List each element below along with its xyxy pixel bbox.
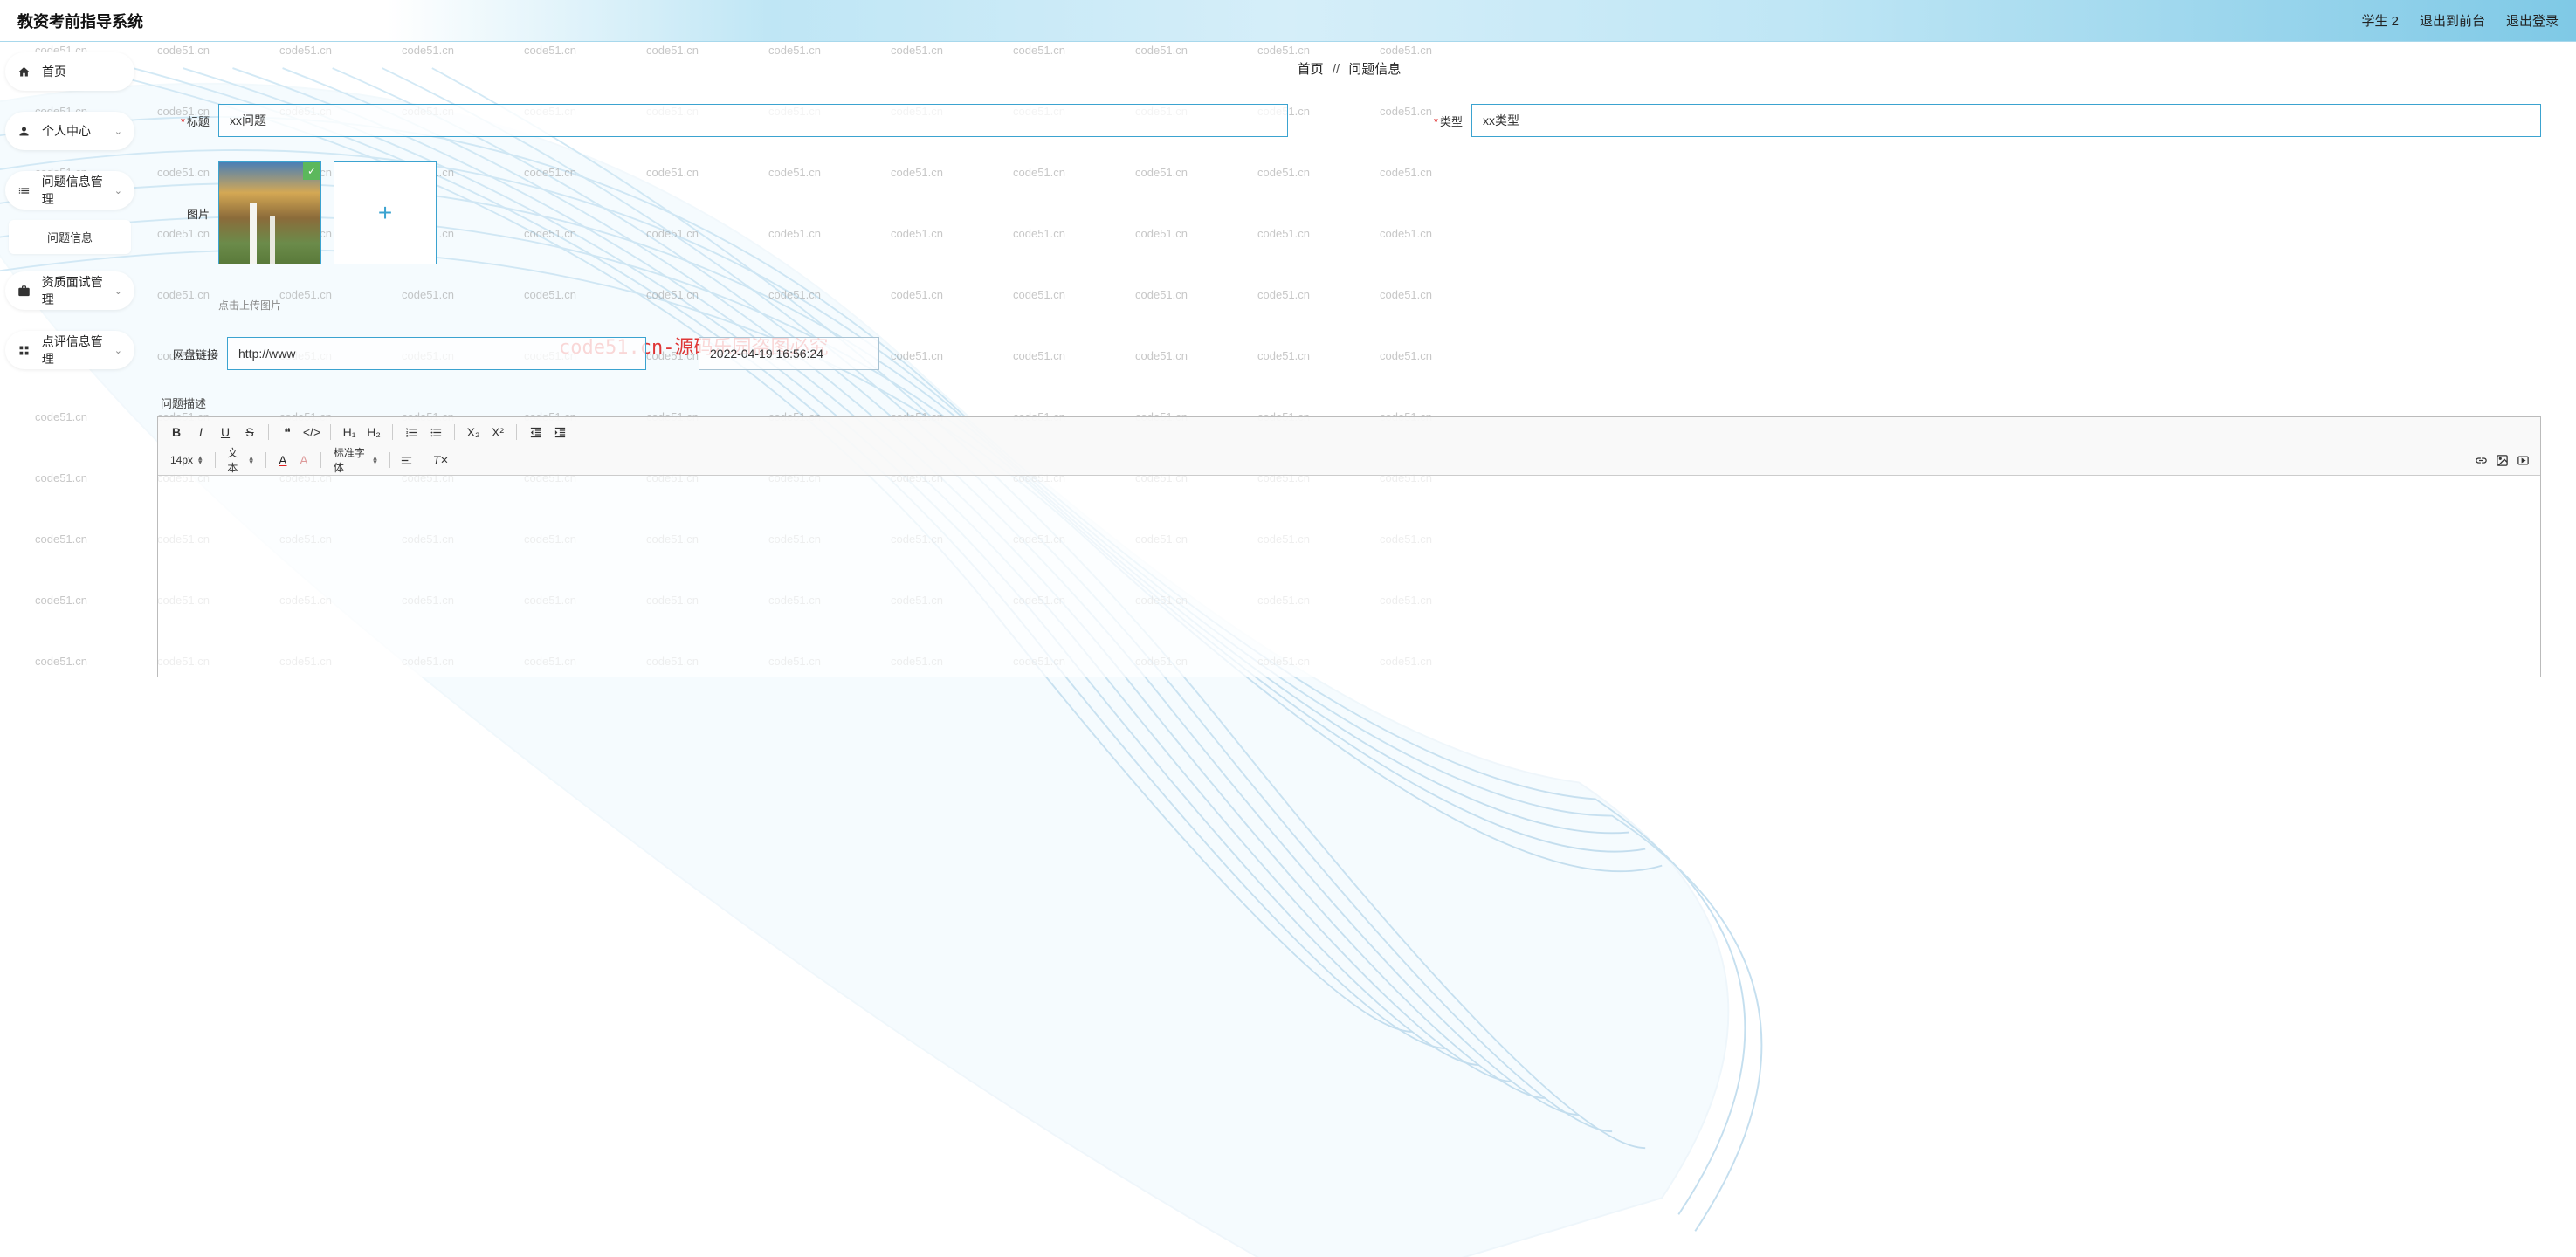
font-size-select[interactable]: 14px▴▾ [165,449,208,471]
bg-color-button[interactable]: A [294,449,313,471]
sidebar: 首页 个人中心 ⌄ 问题信息管理 ⌄ 问题信息 资质面试管理 ⌄ [0,42,140,1257]
text-format-select[interactable]: 文本▴▾ [222,449,258,471]
rich-text-editor: B I U S ❝ </> H₁ H₂ X₂ X² [157,416,2541,677]
quote-button[interactable]: ❝ [276,421,299,443]
plus-icon: + [378,199,392,227]
sidebar-label: 资质面试管理 [42,273,114,308]
h1-button[interactable]: H₁ [338,421,361,443]
upload-add-button[interactable]: + [334,161,437,264]
desc-label: 问题描述 [161,395,2541,411]
underline-button[interactable]: U [214,421,237,443]
clear-format-button[interactable]: T✕ [431,449,451,471]
editor-body[interactable] [158,476,2540,677]
chevron-down-icon: ⌄ [114,345,122,356]
code-button[interactable]: </> [300,421,323,443]
font-family-select[interactable]: 标准字体▴▾ [328,449,382,471]
chevron-down-icon: ⌄ [114,126,122,137]
type-input[interactable] [1471,104,2541,137]
editor-toolbar: B I U S ❝ </> H₁ H₂ X₂ X² [158,417,2540,476]
image-button[interactable] [2493,449,2512,471]
sidebar-item-question-mgmt[interactable]: 问题信息管理 ⌄ [5,171,134,210]
sidebar-item-qualification[interactable]: 资质面试管理 ⌄ [5,271,134,310]
sidebar-label: 点评信息管理 [42,333,114,367]
title-input[interactable] [218,104,1288,137]
upload-hint: 点击上传图片 [218,298,2541,313]
chevron-down-icon: ⌄ [114,185,122,196]
link-button[interactable] [2472,449,2491,471]
uploaded-thumbnail[interactable]: ✓ [218,161,321,264]
breadcrumb: 首页 // 问题信息 [157,59,2541,78]
sidebar-subitem-question-info[interactable]: 问题信息 [9,220,131,254]
subscript-button[interactable]: X₂ [462,421,485,443]
netdisk-input[interactable] [227,337,646,370]
sidebar-item-home[interactable]: 首页 [5,52,134,91]
sidebar-label: 问题信息管理 [42,173,114,208]
breadcrumb-home[interactable]: 首页 [1298,62,1324,77]
sidebar-item-personal[interactable]: 个人中心 ⌄ [5,112,134,150]
breadcrumb-current: 问题信息 [1348,62,1401,77]
indent-decrease-button[interactable] [524,421,547,443]
italic-button[interactable]: I [189,421,212,443]
bold-button[interactable]: B [165,421,188,443]
person-icon [17,125,33,138]
superscript-button[interactable]: X² [486,421,509,443]
check-icon: ✓ [303,162,320,180]
image-label: 图片 [157,205,210,222]
h2-button[interactable]: H₂ [362,421,385,443]
app-title: 教资考前指导系统 [17,10,143,32]
grid-icon [17,344,33,357]
video-button[interactable] [2514,449,2533,471]
list-icon [17,184,33,197]
sidebar-label: 个人中心 [42,122,91,140]
align-button[interactable] [397,449,417,471]
font-color-button[interactable]: A [273,449,293,471]
briefcase-icon [17,285,33,298]
strike-button[interactable]: S [238,421,261,443]
sidebar-item-review[interactable]: 点评信息管理 ⌄ [5,331,134,369]
netdisk-label: 网盘链接 [157,346,218,362]
breadcrumb-sep: // [1333,62,1340,77]
logout-link[interactable]: 退出登录 [2506,11,2559,30]
header-user[interactable]: 学生 2 [2361,11,2399,30]
indent-increase-button[interactable] [548,421,571,443]
header: 教资考前指导系统 学生 2 退出到前台 退出登录 [0,0,2576,42]
home-icon [17,65,33,79]
unordered-list-button[interactable] [424,421,447,443]
title-label: *标题 [157,113,210,129]
type-label: *类型 [1410,113,1463,129]
date-input[interactable] [699,337,879,370]
chevron-down-icon: ⌄ [114,285,122,297]
sidebar-label: 首页 [42,63,66,80]
logout-front-link[interactable]: 退出到前台 [2420,11,2485,30]
ordered-list-button[interactable] [400,421,423,443]
main-content: 首页 // 问题信息 *标题 *类型 图片 [140,42,2576,1257]
